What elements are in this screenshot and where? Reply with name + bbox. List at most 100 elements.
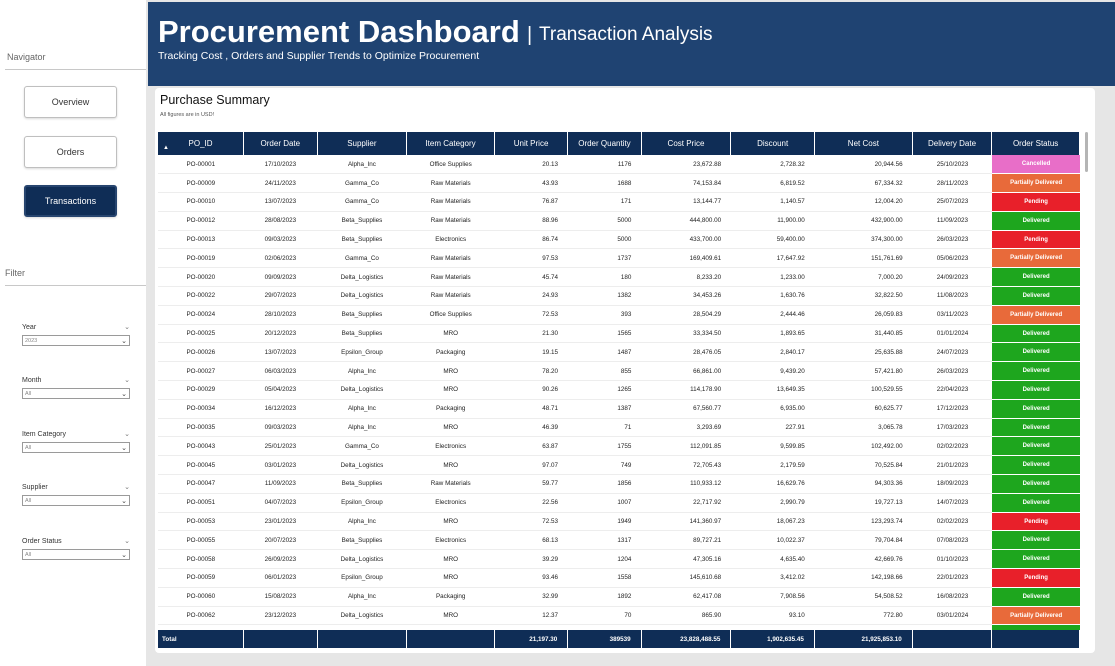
table-row[interactable]: PO-00029 05/04/2023 Delta_Logistics MRO 90.2… (158, 380, 1080, 400)
chevron-down-icon[interactable]: ⌄ (124, 483, 130, 491)
table-cell: Delta_Logistics (317, 606, 407, 626)
column-header[interactable]: Cost Price (641, 132, 732, 155)
table-cell: 09/03/2023 (243, 230, 318, 250)
column-header[interactable]: Item Category (406, 132, 495, 155)
table-cell: 25/10/2023 (912, 155, 993, 175)
table-cell: Beta_Supplies (317, 530, 407, 551)
chevron-down-icon[interactable]: ⌄ (124, 376, 130, 384)
table-row[interactable]: PO-00043 25/01/2023 Gamma_Co Electronics 63.… (158, 436, 1080, 457)
table-cell: 72.53 (494, 512, 568, 532)
table-cell: 06/01/2023 (243, 568, 318, 588)
table-cell: 1755 (567, 436, 642, 457)
table-cell: 31,440.85 (814, 324, 913, 344)
table-row[interactable]: PO-00020 09/09/2023 Delta_Logistics Raw Mat… (158, 267, 1080, 288)
table-cell: 67,334.32 (814, 173, 913, 194)
table-cell: 14/07/2023 (912, 493, 993, 513)
table-row[interactable]: PO-00062 23/12/2023 Delta_Logistics MRO 12.3… (158, 606, 1080, 626)
column-header[interactable]: Discount (730, 132, 815, 155)
table-cell: 11/08/2023 (912, 286, 993, 306)
column-header[interactable]: Supplier (317, 132, 408, 155)
chevron-down-icon[interactable]: ⌄ (124, 323, 130, 331)
table-row[interactable]: PO-00010 13/07/2023 Gamma_Co Raw Materials 7… (158, 192, 1080, 212)
table-row[interactable]: PO-00035 09/03/2023 Alpha_Inc MRO 46.39 71 3,2… (158, 418, 1080, 438)
table-row[interactable]: PO-00045 03/01/2023 Delta_Logistics MRO 97.0… (158, 455, 1080, 476)
table-row[interactable]: PO-00001 17/10/2023 Alpha_Inc Office Suppli… (158, 155, 1080, 175)
table-cell: PO-00001 (158, 155, 244, 175)
table-row[interactable]: PO-00058 26/09/2023 Delta_Logistics MRO 39.2… (158, 549, 1080, 570)
table-row[interactable]: PO-00060 15/08/2023 Alpha_Inc Packaging 32.9… (158, 587, 1080, 607)
table-cell: 23/01/2023 (243, 512, 318, 532)
table-row[interactable]: PO-00012 28/08/2023 Beta_Supplies Raw Mater… (158, 211, 1080, 231)
table-cell: 19,727.13 (814, 493, 913, 513)
slicer-item-category-dropdown[interactable]: All ⌄ (22, 442, 130, 453)
status-badge: Pending (992, 568, 1080, 588)
table-cell: 5000 (567, 230, 642, 250)
table-row[interactable]: PO-00024 28/10/2023 Beta_Supplies Office Su… (158, 305, 1080, 325)
column-header[interactable]: Order Date (243, 132, 318, 155)
table-row[interactable]: PO-00059 06/01/2023 Epsilon_Group MRO 93.46 1… (158, 568, 1080, 588)
table-row[interactable]: PO-00051 04/07/2023 Epsilon_Group Electroni… (158, 493, 1080, 513)
table-cell: Beta_Supplies (317, 230, 407, 250)
table-row[interactable]: PO-00013 09/03/2023 Beta_Supplies Electroni… (158, 230, 1080, 250)
table-cell: PO-00045 (158, 455, 244, 476)
table-row[interactable]: PO-00047 11/09/2023 Beta_Supplies Raw Mater… (158, 474, 1080, 494)
slicer-item-category-value: All (25, 444, 32, 451)
table-row[interactable]: PO-00055 20/07/2023 Beta_Supplies Electroni… (158, 530, 1080, 551)
slicer-order-status-dropdown[interactable]: All ⌄ (22, 549, 130, 560)
nav-transactions-button[interactable]: Transactions (24, 185, 117, 217)
table-row[interactable]: PO-00025 20/12/2023 Beta_Supplies MRO 21.30 1… (158, 324, 1080, 344)
table-cell: Delta_Logistics (317, 380, 407, 400)
sort-ascending-icon[interactable]: ▲ (163, 145, 169, 151)
table-cell: 6,935.00 (731, 399, 815, 419)
table-cell: PO-00035 (158, 418, 244, 438)
slicer-month-dropdown[interactable]: All ⌄ (22, 388, 130, 399)
table-body[interactable]: PO-00001 17/10/2023 Alpha_Inc Office Suppli… (158, 155, 1080, 630)
chevron-down-icon[interactable]: ⌄ (124, 430, 130, 438)
chevron-down-icon[interactable]: ⌄ (124, 537, 130, 545)
table-cell: 28/11/2023 (912, 173, 993, 194)
table-cell: 70 (567, 606, 642, 626)
table-cell: 22/01/2023 (912, 568, 993, 588)
table-cell: 6,819.52 (731, 173, 815, 194)
table-row[interactable]: PO-00019 02/06/2023 Gamma_Co Raw Materials 9… (158, 248, 1080, 269)
table-cell: 43.93 (494, 173, 568, 194)
column-header[interactable]: Order Status (991, 132, 1080, 155)
table-row[interactable]: PO-00053 23/01/2023 Alpha_Inc MRO 72.53 1949 1… (158, 512, 1080, 532)
table-cell: Delta_Logistics (317, 455, 407, 476)
table-cell: 13,144.77 (641, 192, 732, 212)
table-row[interactable]: PO-00009 24/11/2023 Gamma_Co Raw Materials 4… (158, 173, 1080, 194)
slicer-year-dropdown[interactable]: 2023 ⌄ (22, 335, 130, 346)
table-cell: 54,508.52 (814, 587, 913, 607)
nav-orders-button[interactable]: Orders (24, 136, 117, 168)
table-cell: 151,761.69 (814, 248, 913, 269)
table-scrollbar[interactable] (1085, 132, 1088, 172)
table-cell: 1,233.00 (731, 267, 815, 288)
table-cell: Gamma_Co (317, 173, 407, 194)
table-cell: 1204 (567, 549, 642, 570)
table-row[interactable]: PO-00027 06/03/2023 Alpha_Inc MRO 78.20 855 66… (158, 361, 1080, 382)
table-cell: Raw Materials (406, 474, 495, 494)
status-badge: Pending (992, 512, 1080, 532)
panel-title: Purchase Summary (160, 93, 270, 107)
column-header[interactable]: Order Quantity (567, 132, 642, 155)
table-cell: 110,933.12 (641, 474, 732, 494)
nav-overview-button[interactable]: Overview (24, 86, 117, 118)
column-header[interactable]: Net Cost (814, 132, 913, 155)
status-badge: Delivered (992, 380, 1080, 400)
table-row[interactable]: PO-00034 16/12/2023 Alpha_Inc Packaging 48.7… (158, 399, 1080, 419)
title-separator: | (527, 24, 533, 46)
column-header[interactable]: Unit Price (494, 132, 569, 155)
table-cell: 01/10/2023 (912, 549, 993, 570)
table-cell: 60,625.77 (814, 399, 913, 419)
table-cell: 97.53 (494, 248, 568, 269)
slicer-supplier-dropdown[interactable]: All ⌄ (22, 495, 130, 506)
column-header[interactable]: Delivery Date (912, 132, 993, 155)
table-cell: 32,822.50 (814, 286, 913, 306)
table-row[interactable]: PO-00026 13/07/2023 Epsilon_Group Packaging… (158, 342, 1080, 363)
table-cell: 112,091.85 (641, 436, 732, 457)
column-header[interactable]: PO_ID (158, 132, 245, 155)
table-row[interactable]: PO-00022 29/07/2023 Delta_Logistics Raw Mat… (158, 286, 1080, 306)
table-cell: 145,610.68 (641, 568, 732, 588)
table-cell: 32.99 (494, 587, 568, 607)
table-cell: 16/12/2023 (243, 399, 318, 419)
